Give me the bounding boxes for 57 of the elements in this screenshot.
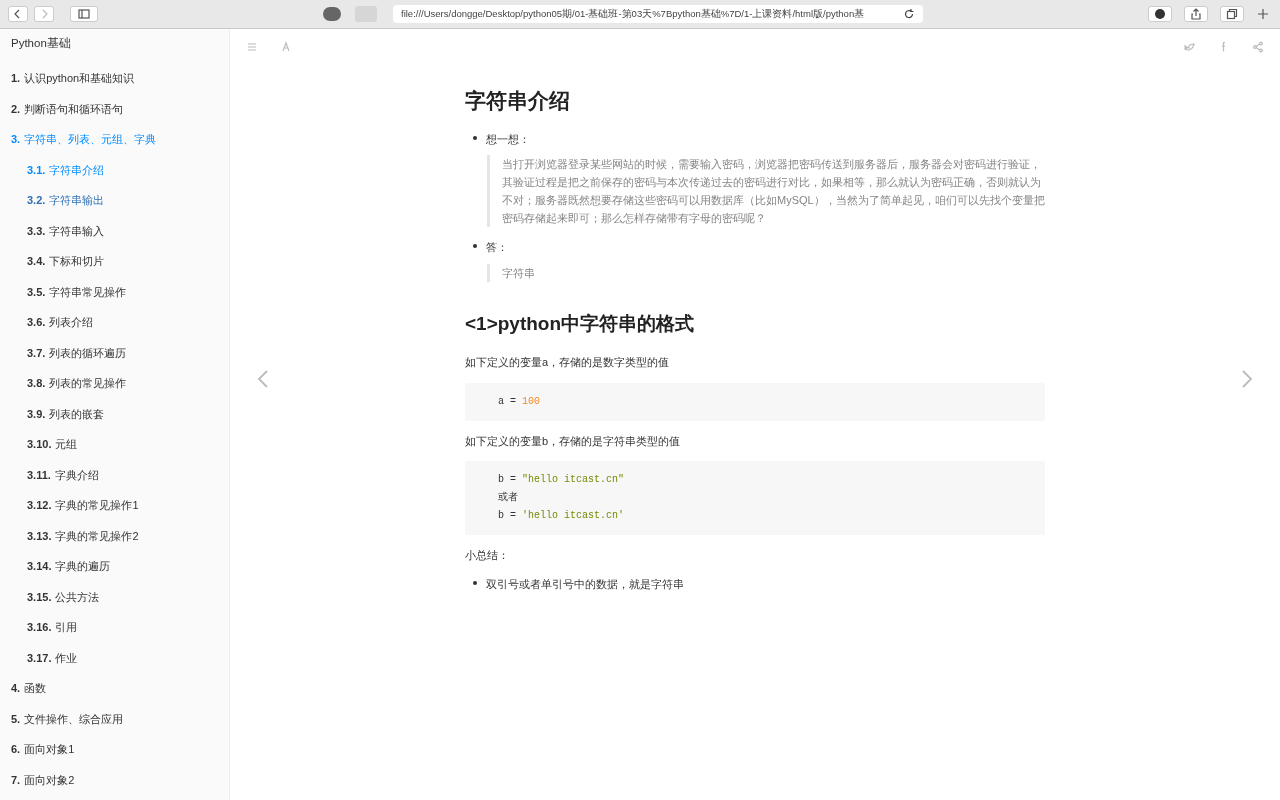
- share-button[interactable]: [1184, 6, 1208, 22]
- bullet-icon: [473, 135, 477, 140]
- bullet-icon: [473, 580, 477, 585]
- blockquote: 字符串: [487, 263, 1045, 282]
- toc-item[interactable]: 3.13. 字典的常见操作2: [0, 520, 229, 551]
- toc-item[interactable]: 3.8. 列表的常见操作: [0, 368, 229, 399]
- toc-item[interactable]: 3.17. 作业: [0, 642, 229, 673]
- sidebar-toggle-button[interactable]: [70, 6, 98, 22]
- url-text: file:///Users/dongge/Desktop/python05期/01-基础班-第03天%7Bpython基础%7D/1-上课资料/html版/python基: [401, 6, 866, 21]
- font-icon[interactable]: [280, 41, 292, 53]
- toc-item[interactable]: 3.10. 元组: [0, 429, 229, 460]
- page-title: 字符串介绍: [465, 88, 571, 114]
- toc-item[interactable]: 3.4. 下标和切片: [0, 246, 229, 277]
- toc-item[interactable]: 3.9. 列表的嵌套: [0, 398, 229, 429]
- address-bar[interactable]: file:///Users/dongge/Desktop/python05期/01-基础班-第03天%7Bpython基础%7D/1-上课资料/html版/python基: [393, 5, 923, 23]
- chevron-left-icon: [256, 368, 270, 389]
- download-button[interactable]: [1148, 6, 1172, 22]
- toc-item[interactable]: 4. 函数: [0, 673, 229, 704]
- toc-item[interactable]: 6. 面向对象1: [0, 734, 229, 765]
- toc-item[interactable]: 3.14. 字典的遍历: [0, 551, 229, 582]
- sidebar-icon[interactable]: [78, 8, 90, 20]
- code-line: a = 100: [498, 394, 542, 409]
- reload-icon[interactable]: [903, 8, 915, 20]
- list-item-text: 双引号或者单引号中的数据，就是字符串: [486, 576, 684, 592]
- blockquote: 当打开浏览器登录某些网站的时候，需要输入密码，浏览器把密码传送到服务器后，服务器会对密码进行验证，其验证过程是把之前保存的密码与本次传递过去的密码进行对比，如果相等，那么就认为密码正确，否则就认为不对；服务器既然想要存储这些密码可以用数据库（比如MySQL），当然为了简单起见，咱们可以先找个变量把密码存储起来即可；那么怎样存储带有字母的密码呢？: [487, 155, 1045, 227]
- toc-item[interactable]: 3.16. 引用: [0, 612, 229, 643]
- toc-item[interactable]: 5. 文件操作、综合应用: [0, 703, 229, 734]
- toc-item[interactable]: 3.6. 列表介绍: [0, 307, 229, 338]
- download-icon: [1155, 9, 1165, 19]
- book-title: Python基础: [10, 36, 72, 52]
- tabs-icon[interactable]: [1226, 8, 1238, 20]
- code-line: b = "hello itcast.cn": [498, 473, 626, 487]
- toc-item[interactable]: 3.7. 列表的循环遍历: [0, 337, 229, 368]
- back-button[interactable]: [8, 6, 28, 22]
- tabs-button[interactable]: [1220, 6, 1244, 22]
- toc-item[interactable]: 3.2. 字符串输出: [0, 185, 229, 216]
- section-heading: <1>python中字符串的格式: [465, 311, 696, 336]
- list-item-text: 想一想：: [486, 131, 530, 147]
- paragraph: 如下定义的变量a，存储的是数字类型的值: [465, 355, 671, 370]
- forward-button[interactable]: [34, 6, 54, 22]
- paragraph: 如下定义的变量b，存储的是字符串类型的值: [465, 433, 682, 449]
- toc-item[interactable]: 3.5. 字符串常见操作: [0, 276, 229, 307]
- list-item-text: 答：: [486, 240, 508, 255]
- share-icon[interactable]: [1190, 8, 1202, 20]
- toc-item[interactable]: 3.3. 字符串输入: [0, 215, 229, 246]
- code-line: 或者: [498, 490, 519, 505]
- toc-item[interactable]: 7. 面向对象2: [0, 764, 229, 795]
- bullet-icon: [473, 244, 477, 248]
- paragraph: 小总结：: [465, 548, 510, 563]
- toc-item[interactable]: 3.15. 公共方法: [0, 581, 229, 612]
- toc-item[interactable]: 2. 判断语句和循环语句: [0, 93, 229, 124]
- code-line: b = 'hello itcast.cn': [498, 509, 626, 523]
- toc-item[interactable]: 3.12. 字典的常见操作1: [0, 490, 229, 521]
- bird-icon[interactable]: [1184, 41, 1196, 53]
- toc-item[interactable]: 3.11. 字典介绍: [0, 459, 229, 490]
- toc-item[interactable]: 1. 认识python和基础知识: [0, 63, 229, 94]
- chevron-right-icon: [1240, 368, 1254, 389]
